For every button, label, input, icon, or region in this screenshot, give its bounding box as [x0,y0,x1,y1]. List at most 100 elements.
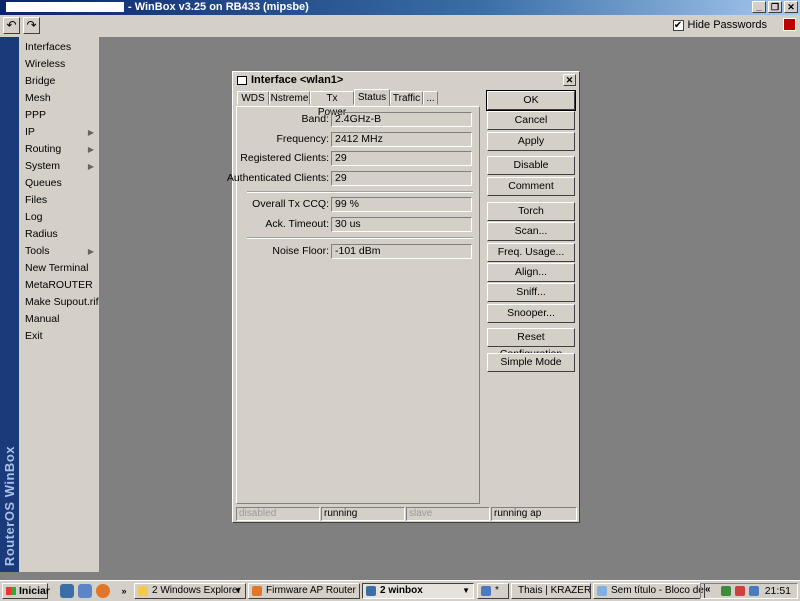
sidebar-menu: Interfaces Wireless Bridge Mesh PPP IP ▶ … [19,37,100,572]
volume-tray-icon[interactable] [749,586,759,596]
task-notepad[interactable]: Sem título - Bloco de ... [593,583,705,599]
separator [247,191,473,193]
cancel-button[interactable]: Cancel [487,111,575,130]
network-tray-icon[interactable] [721,586,731,596]
sidebar-item-label: Manual [25,313,60,325]
task-firmware-ap-router[interactable]: Firmware AP Router - ... [248,583,360,599]
chevron-icon[interactable]: » [117,584,131,598]
field-registered-clients: Registered Clients: 29 [237,151,477,166]
ie-icon[interactable] [60,584,74,598]
field-noise-floor: Noise Floor: -101 dBm [237,244,477,259]
field-label: Ack. Timeout: [265,218,329,230]
minimize-button[interactable]: _ [752,1,766,13]
disable-button[interactable]: Disable [487,156,575,175]
tab-more[interactable]: ... [423,91,438,105]
field-value: 2412 MHz [331,132,472,147]
sidebar-item[interactable]: Exit [19,328,99,345]
restore-button[interactable]: ❐ [768,1,782,13]
sidebar-item[interactable]: PPP [19,107,99,124]
sidebar-item-label: Routing [25,143,62,155]
tab-nstreme[interactable]: Nstreme [269,91,310,105]
reset-configuration-button[interactable]: Reset Configuration [487,328,575,360]
field-label: Overall Tx CCQ: [252,198,329,210]
tab-wds[interactable]: WDS [237,91,269,105]
start-label: Iniciar [19,585,50,597]
sidebar-item-label: System [25,160,61,172]
start-button[interactable]: Iniciar [2,583,50,599]
brand-bar: RouterOS WinBox [0,37,19,572]
align-button[interactable]: Align... [487,263,575,282]
tray-expand-icon[interactable]: « [705,584,715,595]
task-windows-explorer[interactable]: 2 Windows Explorer ▼ [134,583,246,599]
sidebar-item[interactable]: MetaROUTER [19,277,99,294]
sidebar-item[interactable]: Manual [19,311,99,328]
torch-button[interactable]: Torch [487,202,575,221]
sidebar-item[interactable]: Wireless [19,56,99,73]
sidebar-item-label: Mesh [25,92,51,104]
tab-tx-power[interactable]: Tx Power [310,91,354,118]
freq-usage-button[interactable]: Freq. Usage... [487,243,575,262]
field-value: 2.4GHz-B [331,112,472,127]
comment-button[interactable]: Comment [487,177,575,196]
status-disabled: disabled [236,507,320,521]
sidebar-item[interactable]: New Terminal [19,260,99,277]
sidebar-item[interactable]: Interfaces [19,39,99,56]
task-winbox[interactable]: 2 winbox ▼ [362,583,474,599]
sidebar-item-label: PPP [25,109,47,121]
sidebar-item[interactable]: IP ▶ [19,124,99,141]
sidebar-item-label: Wireless [25,58,66,70]
submenu-arrow-icon: ▶ [87,145,94,154]
routeros-winbox-brand: RouterOS WinBox [2,445,17,566]
sidebar-item[interactable]: Log [19,209,99,226]
sidebar-item[interactable]: Bridge [19,73,99,90]
toolbar: ↶ ↷ ✔ Hide Passwords [0,15,800,38]
field-value: 99 % [331,197,472,212]
redo-icon[interactable]: ↷ [23,17,40,34]
task-network[interactable]: * [477,583,509,599]
window-title: - WinBox v3.25 on RB433 (mipsbe) [128,1,309,13]
snooper-button[interactable]: Snooper... [487,304,575,323]
sidebar-item[interactable]: Routing ▶ [19,141,99,158]
ok-button[interactable]: OK [486,90,576,111]
task-label: 2 winbox [380,585,423,596]
apply-button[interactable]: Apply [487,132,575,151]
sidebar-item[interactable]: Mesh [19,90,99,107]
status-panel: Band: 2.4GHz-B Frequency: 2412 MHz Regis… [227,106,480,504]
separator [247,237,473,239]
windows-logo-icon [6,587,16,595]
field-label: Authenticated Clients: [226,172,329,184]
hide-passwords-toggle[interactable]: ✔ Hide Passwords [672,19,767,31]
simple-mode-button[interactable]: Simple Mode [487,353,575,372]
winbox-icon [366,586,376,596]
redacted-address [6,2,124,12]
desktop-icon[interactable] [78,584,92,598]
firefox-icon[interactable] [96,584,110,598]
scan-button[interactable]: Scan... [487,222,575,241]
field-value: 30 us [331,217,472,232]
dialog-close-button[interactable]: ✕ [563,74,576,86]
sidebar-item[interactable]: Queues [19,175,99,192]
sidebar-item[interactable]: Tools ▶ [19,243,99,260]
field-label: Frequency: [276,133,329,145]
close-button[interactable]: ✕ [784,1,798,13]
sidebar-item[interactable]: System ▶ [19,158,99,175]
tab-traffic[interactable]: Traffic [390,91,423,105]
undo-icon[interactable]: ↶ [3,17,20,34]
field-frequency: Frequency: 2412 MHz [237,132,477,147]
task-label: * [495,585,499,596]
sniff-button[interactable]: Sniff... [487,283,575,302]
tab-status[interactable]: Status [354,89,390,106]
task-label: Firmware AP Router - ... [266,585,359,596]
sidebar-item[interactable]: Radius [19,226,99,243]
security-tray-icon[interactable] [735,586,745,596]
task-thais-krazer[interactable]: Thais | KRAZER... [511,583,591,599]
status-slave: slave [406,507,490,521]
task-label: Thais | KRAZER... [518,585,591,596]
window-icon [237,76,247,85]
dropdown-icon: ▼ [462,586,470,595]
field-overall-tx-ccq: Overall Tx CCQ: 99 % [237,197,477,212]
sidebar-item[interactable]: Files [19,192,99,209]
dialog-title-bar[interactable]: Interface <wlan1> ✕ [235,74,577,88]
sidebar-item[interactable]: Make Supout.rif [19,294,99,311]
hide-passwords-checkbox[interactable]: ✔ [672,19,684,31]
